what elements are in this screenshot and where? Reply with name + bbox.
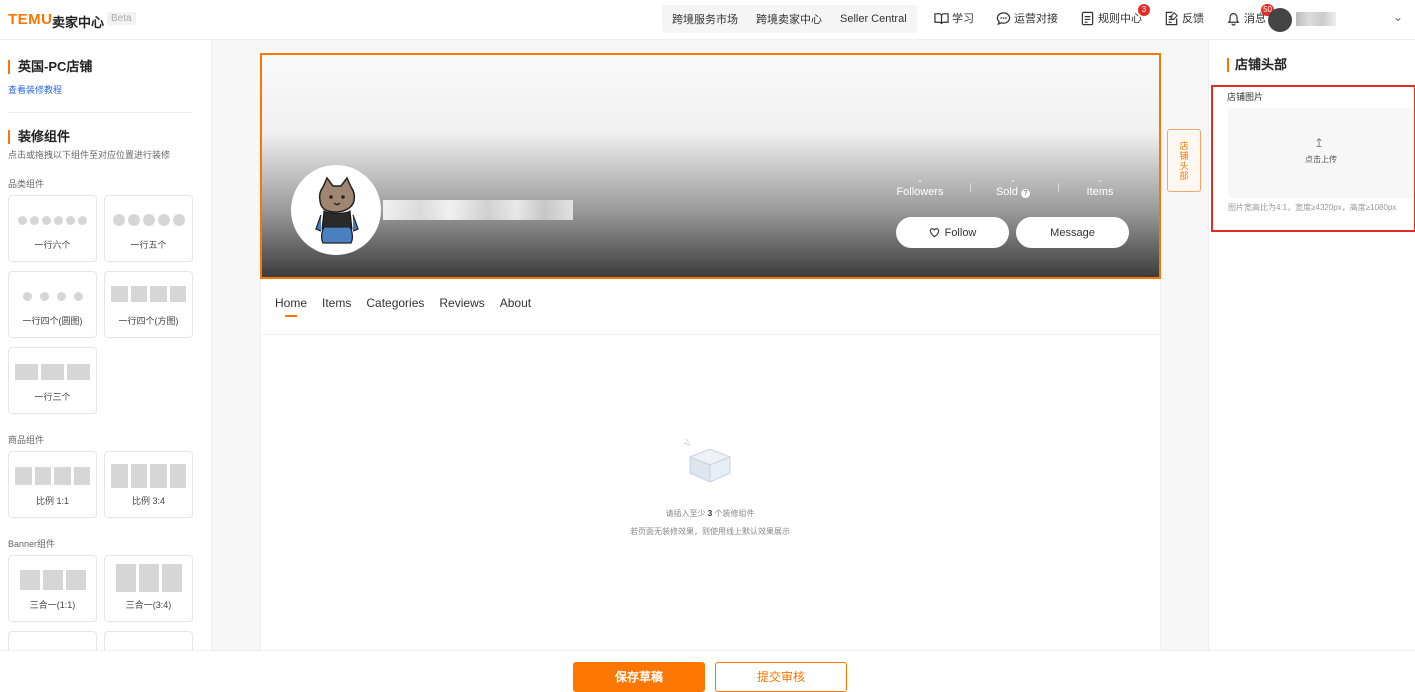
tile-label: 一行六个	[34, 240, 71, 250]
message-button[interactable]: Message	[1016, 217, 1129, 248]
nav-rules[interactable]: 规则中心 3	[1080, 4, 1150, 26]
message-label: Message	[1050, 226, 1095, 239]
info-icon[interactable]: ?	[1021, 189, 1031, 198]
tab-categories[interactable]: Categories	[366, 296, 424, 310]
group-label-product: 商品组件	[8, 435, 45, 445]
tile-row-four-square[interactable]: 一行四个(方图)	[104, 271, 193, 338]
image-upload-area[interactable]: ↥ 点击上传	[1228, 108, 1414, 198]
top-bar: TEMU 卖家中心 Beta 跨境服务市场 跨境卖家中心 Seller Cent…	[0, 0, 1415, 40]
tile-preview	[15, 284, 90, 308]
submit-review-button[interactable]: 提交审核	[715, 662, 847, 692]
tile-preview	[111, 282, 186, 306]
tile-row-four-round[interactable]: 一行四个(圆图)	[8, 271, 97, 338]
nav-learn[interactable]: 学习	[934, 10, 974, 26]
store-name-redacted	[383, 200, 573, 220]
nav-operations-label: 运营对接	[1014, 13, 1058, 25]
empty-hint-secondary: 若页面无装修效果，则使用线上默认效果展示	[630, 527, 790, 536]
top-nav: 学习 运营对接 规则中心 3 反馈 消息 50	[934, 4, 1274, 26]
tile-triple-1-1[interactable]: 三合一(1:1)	[8, 555, 97, 622]
tile-preview	[111, 564, 186, 592]
stat-sold: - Sold ?	[990, 177, 1036, 198]
cat-mascot-icon	[315, 176, 359, 244]
tab-home[interactable]: Home	[275, 296, 307, 317]
upload-label: 店铺图片	[1227, 92, 1264, 102]
bell-icon	[1227, 12, 1240, 26]
tabs-divider	[261, 334, 1160, 335]
tile-label: 比例 1:1	[35, 496, 69, 506]
stat-followers: - Followers	[896, 176, 944, 199]
nav-operations[interactable]: 运营对接	[996, 10, 1058, 26]
nav-feedback-label: 反馈	[1182, 13, 1204, 25]
tab-reviews[interactable]: Reviews	[439, 296, 484, 310]
empty-hint: 请插入至少 3 个装修组件	[665, 509, 755, 518]
document-icon	[1081, 11, 1094, 25]
components-title: 装修组件	[8, 130, 70, 144]
feedback-icon	[1165, 11, 1178, 25]
stat-separator	[1058, 183, 1059, 192]
tab-items[interactable]: Items	[322, 296, 351, 310]
tile-label: 一行四个(方图)	[118, 316, 179, 326]
chat-icon	[996, 11, 1011, 25]
seller-center-title: 卖家中心	[52, 15, 105, 30]
tile-preview	[15, 360, 90, 384]
tile-label: 比例 3:4	[131, 496, 165, 506]
nav-learn-label: 学习	[952, 13, 974, 25]
tile-row-six[interactable]: 一行六个	[8, 195, 97, 262]
save-draft-button[interactable]: 保存草稿	[573, 662, 705, 692]
stat-separator	[970, 183, 971, 192]
tile-preview	[15, 208, 90, 232]
tile-preview	[111, 464, 186, 488]
upload-hint: 图片宽高比为4:1，宽度≥4320px，高度≥1080px	[1228, 203, 1397, 212]
tile-triple-3-4[interactable]: 三合一(3:4)	[104, 555, 193, 622]
stat-items: - Items	[1086, 176, 1114, 199]
heart-icon	[929, 228, 939, 238]
footer-bar: 保存草稿 提交审核	[0, 650, 1415, 692]
store-tabs: Home Items Categories Reviews About	[275, 296, 531, 317]
tab-about[interactable]: About	[500, 296, 531, 310]
settings-panel: 店铺头部 店铺图片 ↥ 点击上传 图片宽高比为4:1，宽度≥4320px，高度≥…	[1208, 40, 1415, 685]
component-panel: 英国-PC店铺 查看装修教程 装修组件 点击或拖拽以下组件至对应位置进行装修 品…	[0, 40, 212, 685]
chevron-down-icon[interactable]: ⌄	[1393, 10, 1403, 24]
components-hint: 点击或拖拽以下组件至对应位置进行装修	[8, 150, 171, 160]
nav-feedback[interactable]: 反馈	[1164, 10, 1204, 26]
upload-icon: ↥	[1314, 136, 1325, 150]
link-seller-central[interactable]: Seller Central	[840, 13, 907, 25]
user-name-redacted	[1296, 12, 1336, 26]
link-cross-border-center[interactable]: 跨境卖家中心	[756, 11, 822, 27]
tile-row-five[interactable]: 一行五个	[104, 195, 193, 262]
group-label-banner: Banner组件	[8, 539, 56, 549]
tile-label: 一行四个(圆图)	[22, 316, 83, 326]
follow-label: Follow	[944, 226, 977, 239]
tile-label: 三合一(3:4)	[125, 600, 172, 610]
tile-label: 一行五个	[130, 240, 167, 250]
nav-rules-label: 规则中心	[1098, 13, 1142, 25]
tile-label: 一行三个	[34, 392, 71, 402]
divider	[8, 112, 192, 113]
group-label-category: 品类组件	[8, 179, 45, 189]
book-icon	[934, 12, 949, 24]
settings-title: 店铺头部	[1227, 58, 1287, 72]
store-title: 英国-PC店铺	[8, 60, 92, 74]
tile-preview	[15, 464, 90, 488]
store-header-tag[interactable]: 店铺头部	[1167, 129, 1201, 192]
tile-ratio-3-4[interactable]: 比例 3:4	[104, 451, 193, 518]
beta-badge: Beta	[107, 12, 136, 25]
link-service-market[interactable]: 跨境服务市场	[672, 11, 738, 27]
follow-button[interactable]: Follow	[896, 217, 1009, 248]
empty-box-icon	[683, 438, 732, 483]
tile-preview	[15, 568, 90, 592]
temu-logo[interactable]: TEMU	[8, 11, 53, 28]
tile-label: 三合一(1:1)	[29, 600, 76, 610]
nav-messages[interactable]: 消息 50	[1226, 4, 1274, 26]
upload-text: 点击上传	[1305, 155, 1337, 164]
tile-row-three[interactable]: 一行三个	[8, 347, 97, 414]
tile-ratio-1-1[interactable]: 比例 1:1	[8, 451, 97, 518]
store-avatar	[291, 165, 381, 255]
tutorial-link[interactable]: 查看装修教程	[8, 83, 62, 96]
rules-badge: 3	[1138, 4, 1150, 16]
user-avatar[interactable]	[1268, 8, 1292, 32]
external-links: 跨境服务市场 跨境卖家中心 Seller Central	[662, 5, 917, 33]
tile-preview	[111, 208, 186, 232]
